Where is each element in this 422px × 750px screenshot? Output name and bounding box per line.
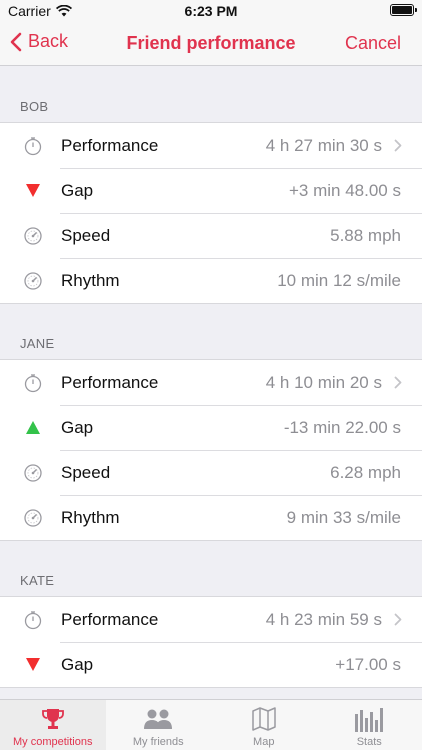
speedometer-icon (22, 225, 43, 246)
stopwatch-icon (22, 609, 43, 630)
section-header-bob: BOB (20, 99, 49, 114)
row-value: 4 h 10 min 20 s (265, 372, 382, 392)
speedometer-icon (22, 507, 43, 528)
row-label: Gap (61, 654, 94, 674)
cancel-button[interactable]: Cancel (345, 33, 401, 54)
friend-performance-list[interactable]: BOB Performance 4 h 27 min 30 s Gap +3 min 4… (0, 67, 422, 699)
tab-map[interactable]: Map (211, 700, 317, 750)
friend-section: Performance 4 h 23 min 59 s Gap +17.00 s (0, 596, 422, 688)
row-label: Rhythm (61, 507, 120, 527)
trophy-icon (41, 706, 65, 732)
row-label: Gap (61, 417, 94, 437)
row-label: Performance (61, 609, 159, 629)
tab-label: My competitions (13, 736, 93, 748)
row-value: +3 min 48.00 s (289, 180, 401, 200)
navigation-bar: Back Friend performance Cancel (0, 22, 422, 66)
chevron-right-icon (394, 376, 402, 394)
row-performance[interactable]: Performance 4 h 10 min 20 s (0, 360, 422, 405)
row-value: 4 h 23 min 59 s (265, 609, 382, 629)
friend-section: Performance 4 h 10 min 20 s Gap -13 min 22.… (0, 359, 422, 541)
tab-label: My friends (132, 736, 184, 748)
tab-stats[interactable]: Stats (317, 700, 422, 750)
battery-icon (390, 4, 417, 16)
tab-bar: My competitions My friends Map Stats (0, 699, 422, 750)
row-label: Rhythm (61, 270, 120, 290)
row-gap: Gap +3 min 48.00 s (0, 168, 422, 213)
tab-label: Map (253, 736, 275, 748)
tab-label: Stats (356, 736, 382, 748)
row-label: Speed (61, 462, 111, 482)
stopwatch-icon (22, 135, 43, 156)
row-label: Performance (61, 372, 159, 392)
people-icon (142, 706, 174, 732)
row-rhythm: Rhythm 10 min 12 s/mile (0, 258, 422, 303)
status-bar: Carrier 6:23 PM (0, 0, 422, 22)
row-gap: Gap -13 min 22.00 s (0, 405, 422, 450)
row-value: 6.28 mph (330, 462, 401, 482)
section-header-kate: KATE (20, 573, 55, 588)
row-gap: Gap +17.00 s (0, 642, 422, 687)
triangle-down-red-icon (22, 180, 43, 201)
clock: 6:23 PM (184, 3, 238, 19)
row-value: -13 min 22.00 s (283, 417, 401, 437)
chevron-right-icon (394, 139, 402, 157)
row-value: 10 min 12 s/mile (277, 270, 401, 290)
row-rhythm: Rhythm 9 min 33 s/mile (0, 495, 422, 540)
row-speed: Speed 6.28 mph (0, 450, 422, 495)
friend-section: Performance 4 h 27 min 30 s Gap +3 min 48.0… (0, 122, 422, 304)
tab-my-competitions[interactable]: My competitions (0, 700, 106, 750)
map-icon (251, 706, 277, 732)
row-value: 4 h 27 min 30 s (265, 135, 382, 155)
tab-my-friends[interactable]: My friends (106, 700, 212, 750)
stopwatch-icon (22, 372, 43, 393)
row-label: Performance (61, 135, 159, 155)
row-speed: Speed 5.88 mph (0, 213, 422, 258)
row-performance[interactable]: Performance 4 h 23 min 59 s (0, 597, 422, 642)
speedometer-icon (22, 270, 43, 291)
triangle-down-red-icon (22, 654, 43, 675)
row-label: Speed (61, 225, 111, 245)
row-value: +17.00 s (335, 654, 401, 674)
triangle-up-green-icon (22, 417, 43, 438)
speedometer-icon (22, 462, 43, 483)
row-value: 5.88 mph (330, 225, 401, 245)
section-header-jane: JANE (20, 336, 55, 351)
bar-chart-icon (354, 706, 384, 732)
row-value: 9 min 33 s/mile (286, 507, 401, 527)
row-performance[interactable]: Performance 4 h 27 min 30 s (0, 123, 422, 168)
chevron-right-icon (394, 613, 402, 631)
row-label: Gap (61, 180, 94, 200)
